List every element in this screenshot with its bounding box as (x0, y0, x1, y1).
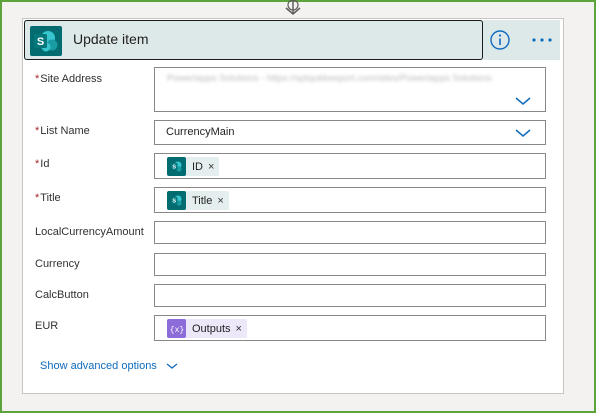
show-advanced-options-label: Show advanced options (40, 360, 157, 372)
site-address-label: *Site Address (35, 73, 103, 85)
eur-input[interactable]: {x} Outputs × (154, 315, 546, 341)
id-input[interactable]: S ID × (154, 153, 546, 179)
calc-button-input[interactable] (154, 284, 546, 307)
outputs-token-label: Outputs (192, 322, 231, 335)
ellipsis-icon[interactable] (530, 30, 554, 50)
sharepoint-icon: S (30, 26, 62, 56)
info-icon[interactable] (489, 29, 511, 51)
currency-input[interactable] (154, 253, 546, 276)
title-input[interactable]: S Title × (154, 187, 546, 213)
list-name-value: CurrencyMain (166, 126, 235, 138)
local-currency-amount-label: LocalCurrencyAmount (35, 226, 144, 238)
local-currency-amount-input[interactable] (154, 221, 546, 244)
site-address-value: Powerlapps Solutions - https://sptqukkee… (167, 73, 492, 84)
connector-arrow-icon (285, 0, 301, 15)
title-token-label: Title (192, 194, 213, 207)
outputs-token[interactable]: {x} Outputs × (167, 319, 247, 338)
chevron-down-icon (166, 363, 178, 369)
id-label: *Id (35, 158, 50, 170)
title-token[interactable]: S Title × (167, 191, 229, 210)
title-label: *Title (35, 192, 61, 204)
svg-text:S: S (172, 165, 176, 171)
svg-text:S: S (37, 36, 44, 48)
chevron-down-icon[interactable] (514, 95, 532, 107)
remove-token-button[interactable]: × (236, 323, 242, 335)
svg-text:{x}: {x} (170, 326, 184, 335)
currency-label: Currency (35, 258, 80, 270)
remove-token-button[interactable]: × (208, 161, 214, 173)
show-advanced-options-link[interactable]: Show advanced options (40, 360, 179, 372)
id-token-label: ID (192, 160, 203, 173)
calc-button-label: CalcButton (35, 289, 89, 301)
list-name-label: *List Name (35, 125, 90, 137)
sharepoint-icon: S (167, 191, 186, 210)
list-name-dropdown[interactable]: CurrencyMain (154, 120, 546, 145)
eur-label: EUR (35, 320, 59, 332)
action-title[interactable]: Update item (73, 31, 148, 47)
id-token[interactable]: S ID × (167, 157, 220, 176)
chevron-down-icon[interactable] (514, 127, 532, 139)
remove-token-button[interactable]: × (217, 195, 223, 207)
sharepoint-icon: S (167, 157, 186, 176)
site-address-dropdown[interactable]: Powerlapps Solutions - https://sptqukkee… (154, 67, 546, 112)
expression-icon: {x} (167, 319, 186, 338)
svg-text:S: S (172, 199, 176, 205)
